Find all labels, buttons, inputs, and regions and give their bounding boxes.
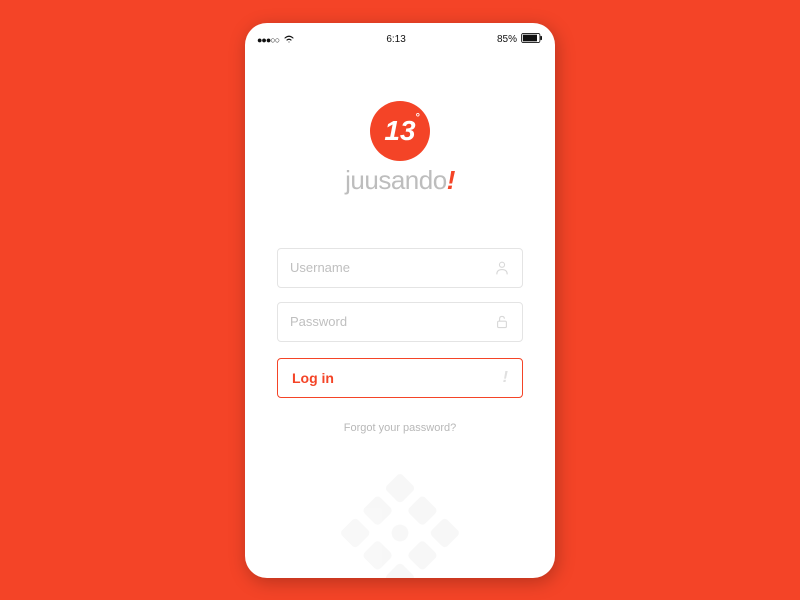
background-pattern-icon [330,463,470,578]
login-content: 13 ° juusando! Log in ! Forgot your pass… [245,51,555,434]
battery-percent: 85% [497,34,517,45]
lock-icon [494,314,510,330]
forgot-password-link[interactable]: Forgot your password? [344,422,457,434]
brand-bang-icon: ! [447,165,455,195]
status-right: 85% [497,33,543,46]
login-button-label: Log in [292,370,334,386]
password-field-wrap[interactable] [277,302,523,342]
status-left: ●●●○○ [257,33,295,46]
login-button[interactable]: Log in ! [277,358,523,398]
brand-logo: 13 ° juusando! [345,101,455,196]
logo-circle-icon: 13 ° [370,101,430,161]
brand-text: juusando [345,165,447,195]
password-field[interactable] [290,314,494,329]
brand-name: juusando! [345,165,455,196]
wifi-icon [283,33,295,46]
user-icon [494,260,510,276]
username-field-wrap[interactable] [277,248,523,288]
login-bang-icon: ! [503,369,508,387]
battery-icon [521,33,543,46]
status-bar: ●●●○○ 6:13 85% [245,29,555,51]
signal-dots-icon: ●●●○○ [257,35,279,45]
logo-degree: ° [416,112,420,124]
phone-frame: ●●●○○ 6:13 85% 13 ° juusando! [245,23,555,578]
logo-circle-text: 13 [384,117,415,145]
status-time: 6:13 [386,34,405,45]
username-field[interactable] [290,260,494,275]
